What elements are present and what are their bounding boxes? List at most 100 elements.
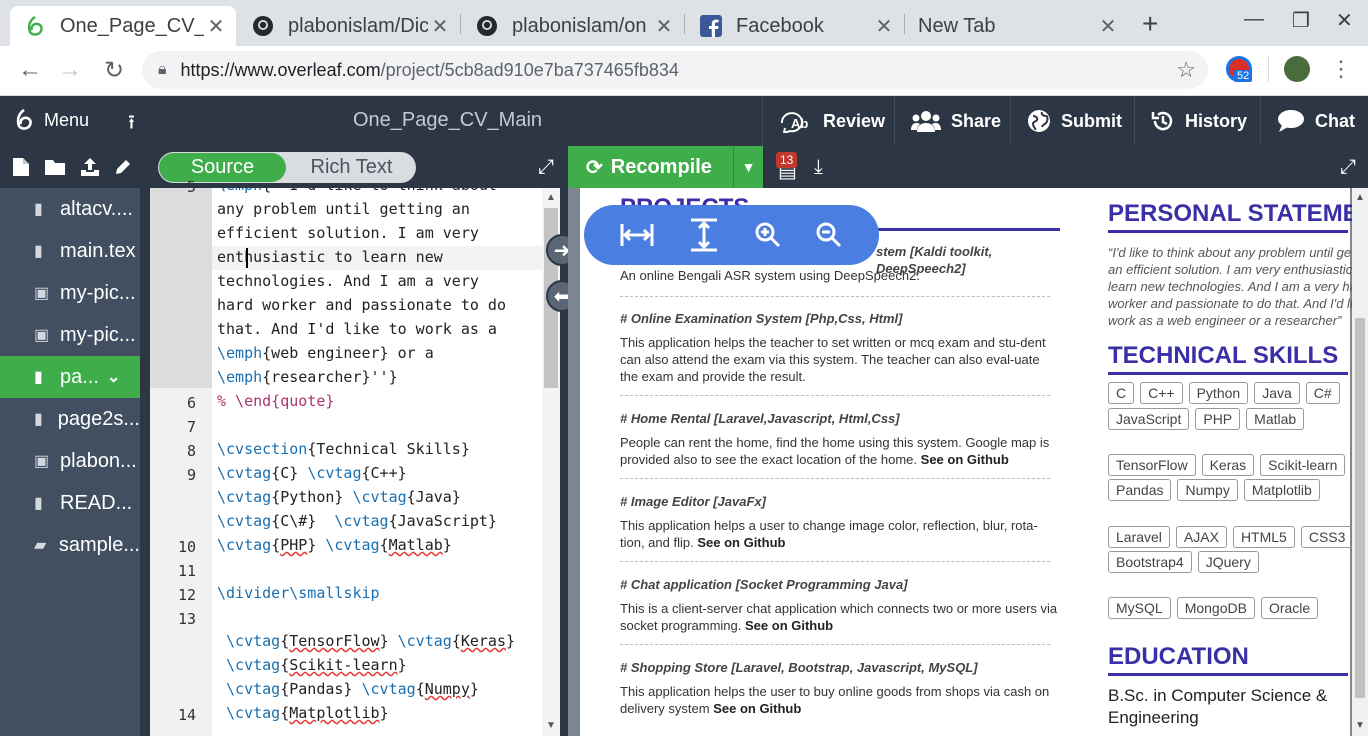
chevron-down-icon[interactable]: ⌄ xyxy=(107,367,120,387)
code-line[interactable]: \cvtag{Pandas} \cvtag{Numpy} xyxy=(217,680,479,698)
url-path: /project/5cb8ad910e7ba737465fb834 xyxy=(380,59,679,80)
browser-tab-github-1[interactable]: plabonislam/Dic ✕ xyxy=(238,6,460,46)
url-host: https://www.overleaf.com xyxy=(180,59,381,80)
close-icon[interactable]: ✕ xyxy=(1096,14,1120,39)
menu-button[interactable]: Menu xyxy=(14,108,89,132)
history-icon xyxy=(1151,109,1175,133)
history-button[interactable]: History xyxy=(1134,96,1261,146)
maximize-button[interactable]: ❐ xyxy=(1292,8,1310,33)
recompile-options-caret[interactable]: ▼ xyxy=(733,146,763,188)
pdf-scroll-thumb[interactable] xyxy=(1355,318,1365,698)
file-item-main-tex[interactable]: ▮ main.tex xyxy=(0,230,140,272)
recompile-button[interactable]: ⟳ Recompile ▼ xyxy=(568,146,763,188)
file-item-page2[interactable]: ▮ page2s... xyxy=(0,398,140,440)
file-item-altacv[interactable]: ▮ altacv.... xyxy=(0,188,140,230)
new-folder-icon[interactable] xyxy=(44,158,66,176)
browser-tab-overleaf[interactable]: One_Page_CV_M ✕ xyxy=(10,6,236,46)
svg-text:Ab: Ab xyxy=(791,116,808,131)
browser-tab-facebook[interactable]: Facebook ✕ xyxy=(686,6,904,46)
file-item-selected[interactable]: ▮ pa... ⌄ xyxy=(0,356,140,398)
file-name: my-pic... xyxy=(60,281,136,304)
close-icon[interactable]: ✕ xyxy=(872,14,896,39)
code-line[interactable]: \cvtag{Matplotlib} xyxy=(217,704,389,722)
code-line[interactable]: \cvtag{C\#} \cvtag{JavaScript} xyxy=(217,512,497,530)
code-line[interactable]: efficient solution. I am very xyxy=(217,224,479,242)
project-title[interactable]: One_Page_CV_Main xyxy=(353,109,542,132)
bookmark-star-icon[interactable]: ☆ xyxy=(1176,57,1196,83)
code-line[interactable]: any problem until getting an xyxy=(217,200,470,218)
rich-text-mode-button[interactable]: Rich Text xyxy=(287,152,416,183)
close-icon[interactable]: ✕ xyxy=(204,14,228,39)
code-editor[interactable]: \emph{``I'd like to think about any probl… xyxy=(212,188,542,736)
browser-tab-github-2[interactable]: plabonislam/on ✕ xyxy=(462,6,684,46)
close-icon[interactable]: ✕ xyxy=(652,14,676,39)
code-line[interactable]: \cvsection{Technical Skills} xyxy=(217,440,470,458)
window-close-button[interactable]: ✕ xyxy=(1336,8,1353,33)
file-name: plabon... xyxy=(60,449,137,472)
scroll-up-icon[interactable]: ▲ xyxy=(546,192,556,203)
avatar[interactable] xyxy=(1284,56,1310,82)
file-tree-resizer[interactable] xyxy=(140,146,150,736)
file-name: READ... xyxy=(60,491,133,514)
source-mode-button[interactable]: Source xyxy=(159,153,286,182)
browser-tab-newtab[interactable]: New Tab ✕ xyxy=(906,6,1128,46)
share-button[interactable]: Share xyxy=(894,96,1015,146)
file-item-my-pic-1[interactable]: ▣ my-pic... xyxy=(0,272,140,314)
code-line[interactable]: enthusiastic to learn new xyxy=(217,248,443,266)
expand-editor-icon[interactable]: ⤢ xyxy=(538,156,554,179)
fit-width-icon[interactable] xyxy=(620,222,654,248)
zoom-in-icon[interactable] xyxy=(754,221,782,249)
code-line[interactable]: \cvtag{Python} \cvtag{Java} xyxy=(217,488,461,506)
url-bar[interactable]: 🔒︎ https://www.overleaf.com/project/5cb8… xyxy=(142,51,1208,89)
technical-skills-heading: TECHNICAL SKILLS xyxy=(1108,342,1339,369)
editor-pdf-resizer[interactable] xyxy=(560,188,568,736)
code-line[interactable]: \cvtag{C} \cvtag{C++} xyxy=(217,464,407,482)
pdf-viewer[interactable]: PROJECTS stem [Kaldi toolkit, DeepSpeech… xyxy=(568,188,1368,736)
download-pdf-icon[interactable]: ⤓ xyxy=(814,156,823,179)
code-line[interactable]: \cvtag{PHP} \cvtag{Matlab} xyxy=(217,536,452,554)
more-menu-icon[interactable]: ⋮ xyxy=(1330,56,1352,82)
pdf-scrollbar[interactable]: ▲ ▼ xyxy=(1352,188,1368,736)
upload-icon[interactable] xyxy=(80,157,100,177)
reload-button[interactable]: ↻ xyxy=(100,56,128,85)
close-icon[interactable]: ✕ xyxy=(428,14,452,39)
code-line[interactable]: technologies. And I am a very xyxy=(217,272,479,290)
code-line[interactable]: \cvtag{Scikit-learn} xyxy=(217,656,407,674)
code-line[interactable]: hard worker and passionate to do xyxy=(217,296,506,314)
new-tab-button[interactable]: + xyxy=(1142,8,1158,40)
scroll-up-icon[interactable]: ▲ xyxy=(1355,192,1365,203)
code-line[interactable]: \emph{researcher}''} xyxy=(217,368,398,386)
code-line[interactable]: \cvtag{TensorFlow} \cvtag{Keras} xyxy=(217,632,515,650)
code-line[interactable]: % \end{quote} xyxy=(217,392,334,410)
skill-tag: Pandas xyxy=(1108,479,1172,501)
code-line[interactable]: \emph{web engineer} or a xyxy=(217,344,434,362)
minimize-button[interactable]: — xyxy=(1244,8,1264,31)
expand-pdf-icon[interactable]: ⤢ xyxy=(1340,156,1356,179)
file-item-readme[interactable]: ▮ READ... xyxy=(0,482,140,524)
submit-button[interactable]: Submit xyxy=(1010,96,1136,146)
scroll-down-icon[interactable]: ▼ xyxy=(1355,720,1365,731)
scroll-down-icon[interactable]: ▼ xyxy=(546,720,556,731)
line-number: 5 xyxy=(186,178,196,196)
globe-icon xyxy=(1027,109,1051,133)
line-number: 7 xyxy=(186,418,196,436)
fit-height-icon[interactable] xyxy=(687,218,721,252)
file-item-sample[interactable]: ▰ sample... xyxy=(0,524,140,566)
review-button[interactable]: Ab Review xyxy=(762,96,899,146)
code-line[interactable]: \divider\smallskip xyxy=(217,584,380,602)
code-line[interactable]: that. And I'd like to work as a xyxy=(217,320,497,338)
editor-scrollbar[interactable]: ▲ ▼ xyxy=(542,188,560,736)
file-item-my-pic-2[interactable]: ▣ my-pic... xyxy=(0,314,140,356)
back-to-projects-icon[interactable]: ⭱ xyxy=(128,108,135,142)
code-line[interactable]: \emph{``I'd like to think about xyxy=(217,188,497,194)
chat-button[interactable]: Chat xyxy=(1260,96,1368,146)
back-button[interactable]: ← xyxy=(16,56,44,84)
file-item-plabon[interactable]: ▣ plabon... xyxy=(0,440,140,482)
tab-title: One_Page_CV_M xyxy=(60,14,204,37)
heading-rule xyxy=(1108,372,1348,375)
zoom-out-icon[interactable] xyxy=(815,221,843,249)
rename-pencil-icon[interactable] xyxy=(114,158,132,176)
new-file-icon[interactable] xyxy=(12,157,30,177)
skill-tag: C# xyxy=(1305,382,1340,404)
forward-button[interactable]: → xyxy=(56,56,84,84)
